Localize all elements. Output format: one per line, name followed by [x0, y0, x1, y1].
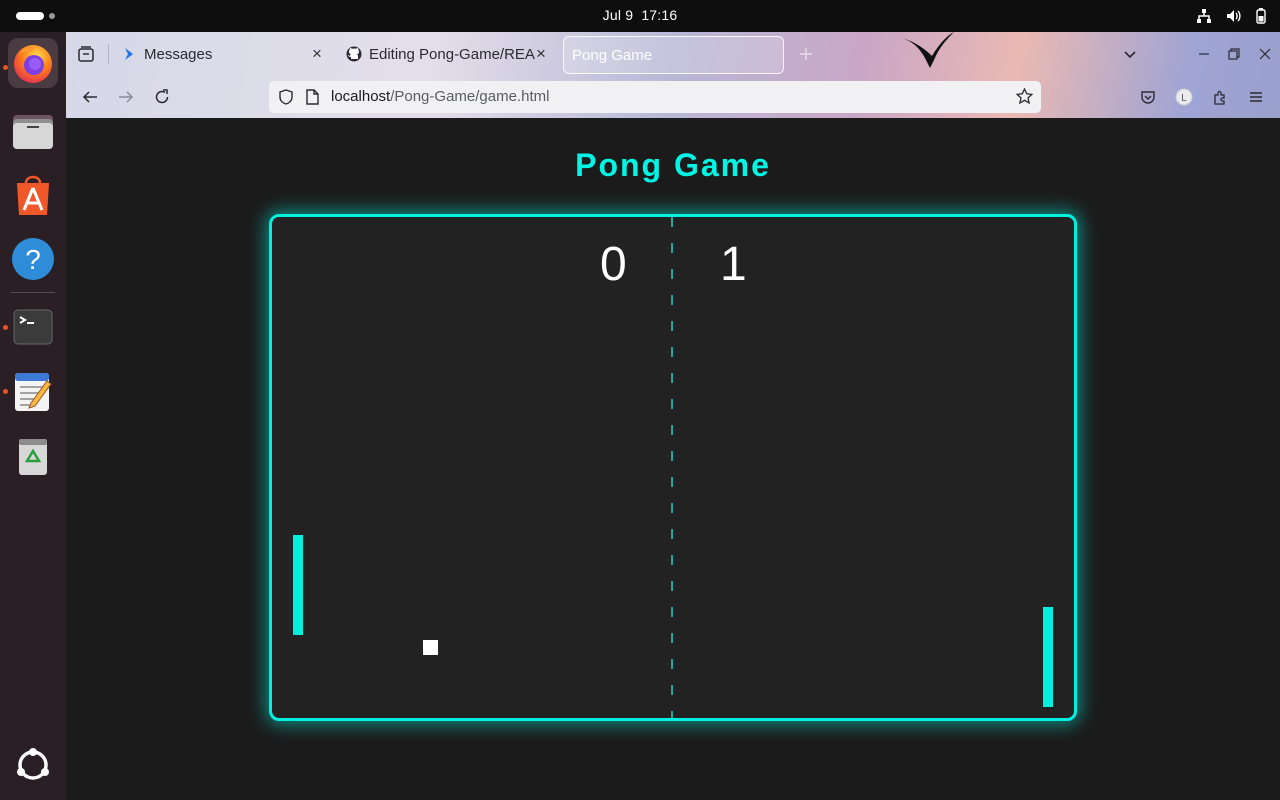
dock: ? — [0, 32, 66, 800]
tab-overview-icon — [78, 46, 94, 62]
dock-app-center[interactable] — [8, 170, 58, 220]
help-icon: ? — [12, 238, 54, 280]
web-page: Pong Game 0 1 — [66, 118, 1280, 800]
clock[interactable]: Jul 9 17:16 — [0, 7, 1280, 23]
clock-time: 17:16 — [641, 7, 678, 23]
arrow-right-icon — [119, 91, 134, 103]
score-right: 1 — [720, 238, 747, 291]
tab-editing-readme[interactable]: Editing Pong-Game/README × — [338, 36, 556, 72]
close-icon — [1259, 48, 1271, 60]
dock-separator — [11, 292, 55, 293]
center-divider-line — [671, 217, 673, 718]
browser-chrome: Messages × Editing Pong-Game/README × Po… — [66, 32, 1280, 118]
dock-help[interactable]: ? — [8, 234, 58, 284]
running-indicator — [3, 325, 8, 330]
account-avatar-icon: L — [1175, 88, 1193, 106]
hamburger-menu-icon — [1250, 92, 1262, 102]
volume-icon[interactable] — [1226, 8, 1242, 24]
pocket-button[interactable] — [1136, 85, 1160, 109]
dock-show-apps[interactable] — [8, 740, 58, 790]
firefox-icon — [14, 45, 52, 83]
plus-icon — [800, 48, 812, 60]
close-icon[interactable]: × — [532, 45, 550, 63]
clock-date: Jul 9 — [602, 7, 634, 23]
trash-icon — [19, 439, 47, 475]
tab-messages[interactable]: Messages × — [114, 36, 332, 72]
messages-favicon-icon — [125, 48, 133, 60]
tab-strip: Messages × Editing Pong-Game/README × Po… — [66, 32, 1280, 76]
show-apps-icon — [17, 748, 49, 780]
dock-terminal[interactable] — [8, 302, 58, 352]
url-path: /Pong-Game/game.html — [390, 88, 550, 105]
url-text: localhost/Pong-Game/game.html — [331, 88, 549, 105]
reload-icon — [155, 89, 169, 104]
chevron-down-icon — [1124, 51, 1136, 59]
svg-text:?: ? — [25, 244, 41, 275]
tab-title: Pong Game — [572, 46, 653, 64]
url-host: localhost — [331, 88, 391, 105]
minimize-icon — [1199, 53, 1209, 55]
tab-overview-button[interactable] — [74, 42, 98, 66]
reload-button[interactable] — [150, 85, 174, 109]
dock-trash[interactable] — [8, 430, 58, 480]
page-title: Pong Game — [575, 147, 771, 183]
arrow-left-icon — [82, 91, 97, 103]
tab-separator — [108, 44, 109, 64]
score-left: 0 — [600, 238, 627, 291]
ball — [423, 640, 438, 655]
forward-button[interactable] — [114, 85, 138, 109]
terminal-icon — [13, 309, 53, 345]
github-icon — [346, 46, 362, 62]
new-tab-button[interactable] — [794, 42, 818, 66]
svg-text:L: L — [1181, 93, 1187, 104]
dock-firefox[interactable] — [8, 38, 58, 88]
address-bar[interactable]: localhost/Pong-Game/game.html — [269, 81, 1041, 113]
extensions-button[interactable] — [1208, 85, 1232, 109]
close-window-button[interactable] — [1253, 42, 1277, 66]
running-indicator — [3, 389, 8, 394]
page-icon — [306, 89, 319, 105]
restore-icon — [1228, 48, 1240, 60]
theme-bird-decoration — [902, 32, 954, 68]
text-editor-icon — [15, 373, 52, 411]
restore-button[interactable] — [1222, 42, 1246, 66]
back-button[interactable] — [78, 85, 102, 109]
shield-icon — [279, 89, 293, 105]
navigation-toolbar: localhost/Pong-Game/game.html L — [66, 76, 1280, 118]
running-indicator — [3, 65, 8, 70]
game-canvas[interactable]: 0 1 — [269, 214, 1077, 721]
battery-icon[interactable] — [1256, 8, 1266, 24]
close-icon[interactable]: × — [308, 45, 326, 63]
app-center-icon — [17, 175, 49, 215]
paddle-left — [293, 535, 303, 635]
minimize-button[interactable] — [1192, 42, 1216, 66]
tab-title: Editing Pong-Game/README — [369, 45, 535, 63]
dock-files[interactable] — [8, 106, 58, 156]
tab-pong-game[interactable]: Pong Game — [563, 36, 784, 74]
puzzle-icon — [1213, 90, 1225, 105]
system-top-bar: Jul 9 17:16 — [0, 0, 1280, 32]
bookmark-star-icon[interactable] — [1016, 88, 1033, 105]
network-icon[interactable] — [1196, 8, 1212, 24]
app-menu-button[interactable] — [1244, 85, 1268, 109]
account-button[interactable]: L — [1172, 85, 1196, 109]
pocket-icon — [1141, 91, 1155, 104]
tab-title: Messages — [144, 45, 213, 63]
list-all-tabs-button[interactable] — [1118, 42, 1142, 66]
files-icon — [13, 115, 53, 149]
dock-text-editor[interactable] — [8, 366, 58, 416]
system-tray[interactable] — [1196, 7, 1266, 25]
paddle-right — [1043, 607, 1053, 707]
